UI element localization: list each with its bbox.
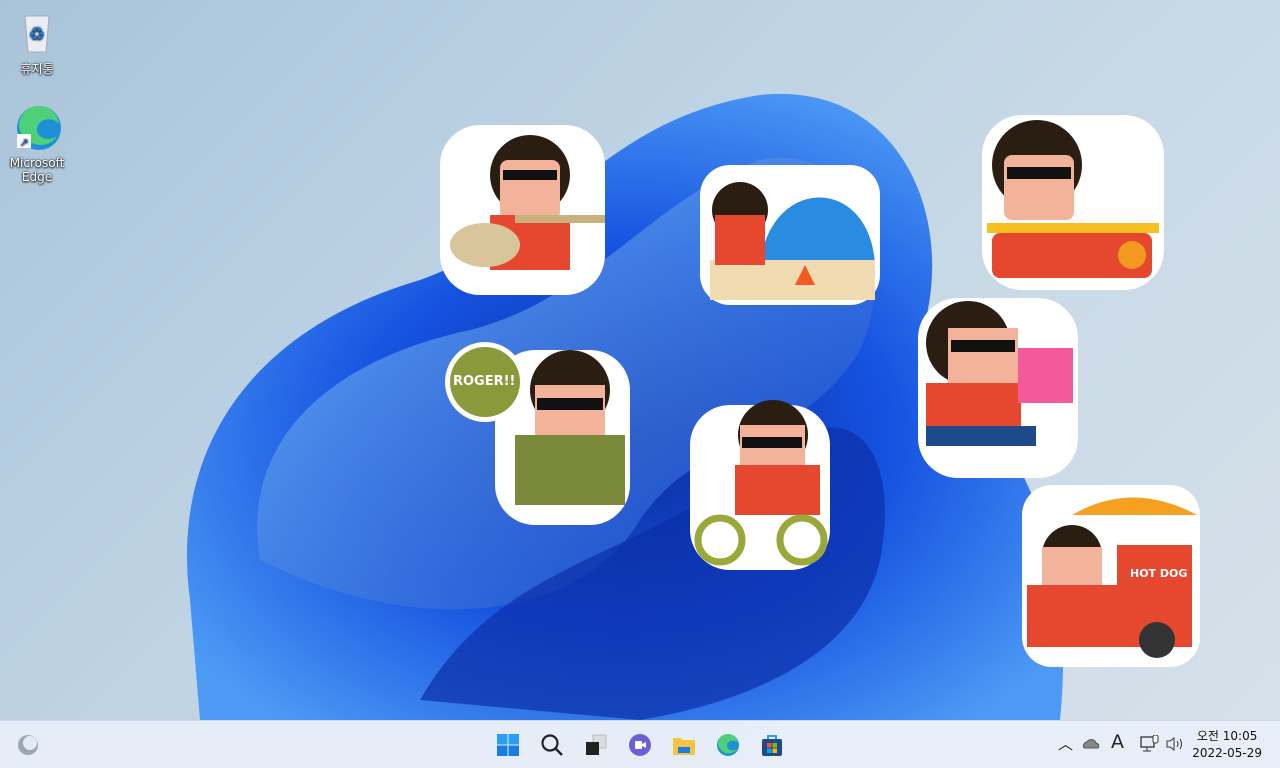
bathtub-sticker[interactable] (982, 115, 1164, 290)
bicycle-sticker[interactable] (690, 395, 830, 573)
hotdog-text: HOT DOG (1130, 567, 1188, 580)
hotdog-cart-sticker[interactable]: HOT DOG (1022, 485, 1200, 667)
chevron-up-icon[interactable]: ︿ (1058, 733, 1073, 754)
ime-icon[interactable]: A (1111, 731, 1124, 753)
clock-date: 2022-05-29 (1192, 746, 1262, 760)
file-explorer-button[interactable] (668, 729, 700, 761)
search-icon (541, 734, 563, 756)
recycle-bin-icon: ♻ (13, 10, 61, 58)
taskbar: ︿ A 오전 10:05 2022-05-29 (0, 720, 1280, 768)
svg-text:↗: ↗ (19, 136, 28, 149)
edge-icon (717, 733, 739, 756)
start-button[interactable] (492, 729, 524, 761)
widgets-button[interactable] (12, 729, 44, 761)
file-explorer-icon (673, 738, 695, 755)
onedrive-icon[interactable] (1082, 737, 1100, 749)
desktop-icon-edge[interactable]: ↗ Microsoft Edge (4, 104, 70, 184)
network-icon[interactable] (1140, 735, 1160, 753)
edge-icon: ↗ (13, 104, 61, 152)
search-button[interactable] (536, 729, 568, 761)
widgets-icon (18, 735, 38, 755)
gift-sticker[interactable] (918, 298, 1078, 480)
volume-icon[interactable] (1165, 736, 1185, 752)
camping-sticker[interactable] (700, 135, 880, 310)
clock-time: 오전 10:05 (1196, 729, 1258, 743)
clock[interactable]: 오전 10:05 2022-05-29 (1192, 728, 1262, 762)
store-button[interactable] (756, 729, 788, 761)
teams-chat-button[interactable] (624, 729, 656, 761)
teams-chat-icon (629, 734, 651, 756)
guitar-sticker[interactable] (435, 115, 615, 295)
edge-button[interactable] (712, 729, 744, 761)
task-view-button[interactable] (580, 729, 612, 761)
store-icon (762, 735, 782, 756)
roger-text: ROGER!! (453, 374, 516, 389)
roger-soldier-sticker[interactable]: ROGER!! (445, 340, 635, 525)
task-view-icon (586, 734, 607, 755)
start-icon (497, 734, 519, 756)
desktop-icon-label: 휴지통 (20, 62, 54, 76)
svg-text:♻: ♻ (29, 24, 45, 45)
desktop-icon-recycle-bin[interactable]: ♻ 휴지통 (4, 10, 70, 76)
desktop-icon-label: Microsoft Edge (9, 156, 65, 184)
